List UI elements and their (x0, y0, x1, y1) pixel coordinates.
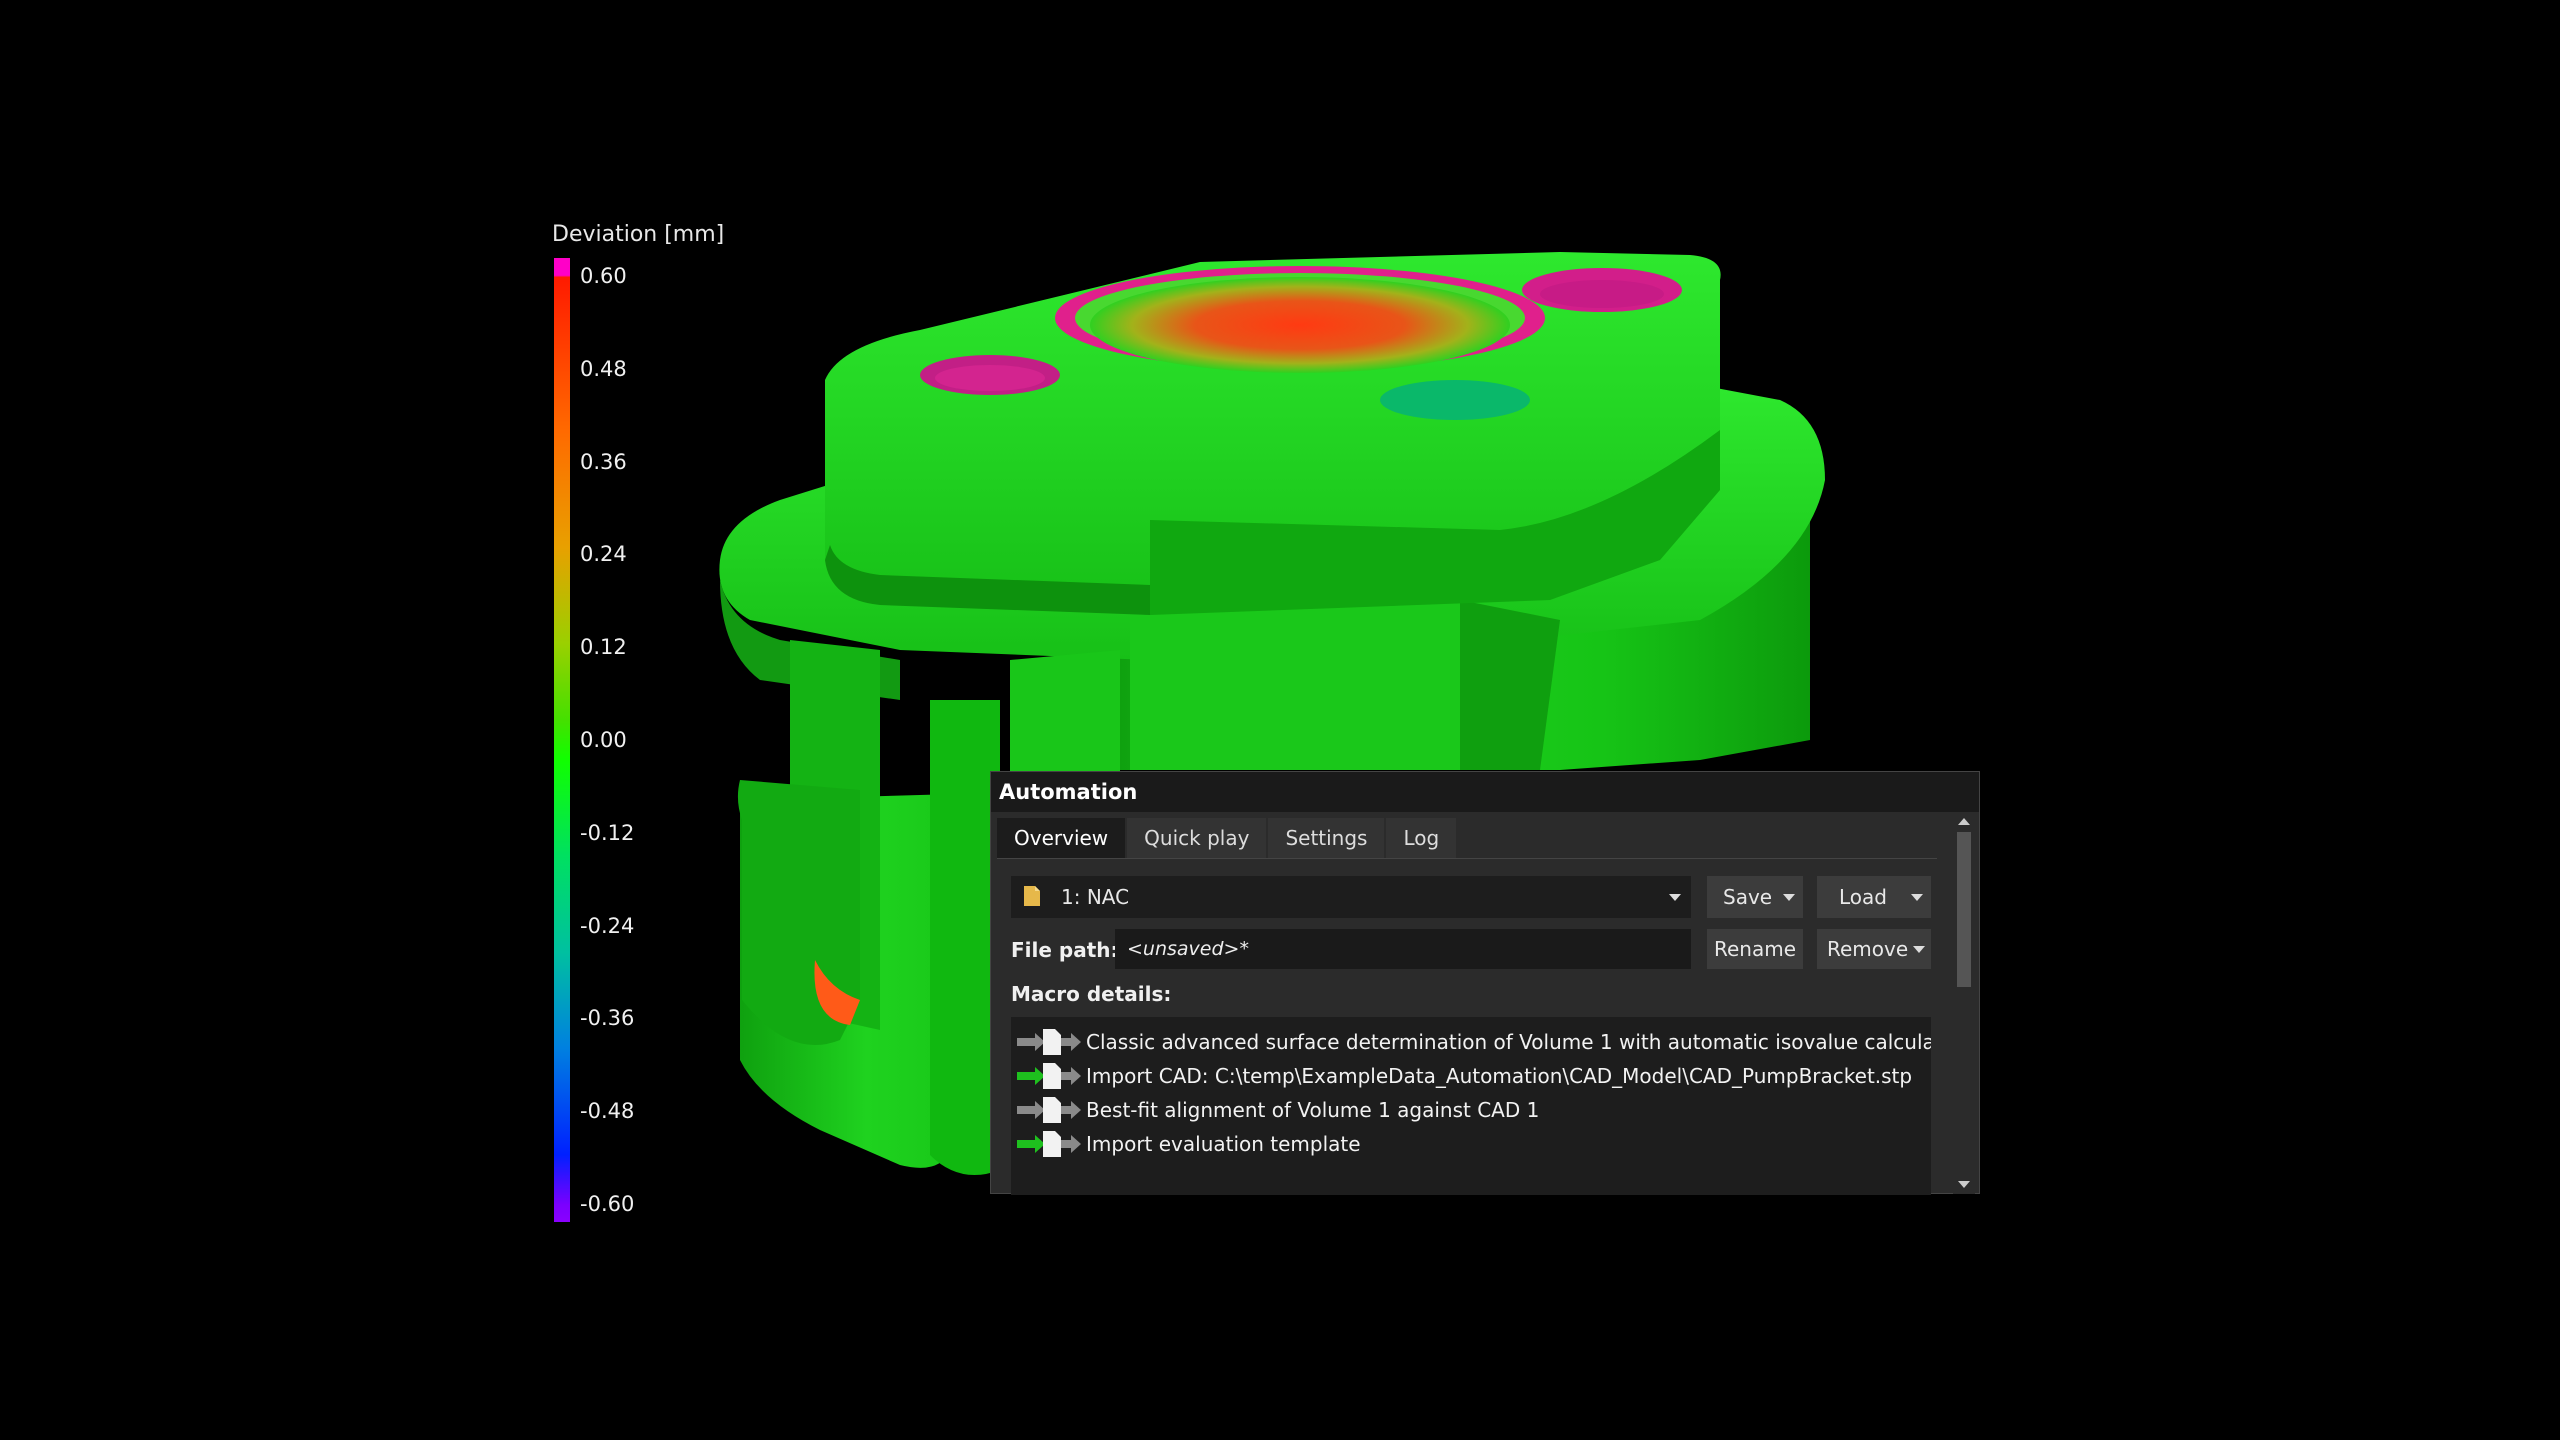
macro-step-text: Classic advanced surface determination o… (1086, 1030, 1931, 1054)
chevron-down-icon (1669, 894, 1681, 901)
panel-title: Automation (991, 772, 1979, 812)
automation-panel: Automation Overview Quick play Settings … (990, 771, 1980, 1195)
save-button[interactable]: Save (1707, 876, 1803, 918)
legend-title: Deviation [mm] (552, 222, 725, 247)
legend-tick: 0.12 (580, 635, 627, 659)
tabs-divider (997, 858, 1937, 859)
macro-step-text: Import CAD: C:\temp\ExampleData_Automati… (1086, 1064, 1913, 1088)
rename-button[interactable]: Rename (1707, 929, 1803, 969)
scroll-up-icon[interactable] (1958, 818, 1970, 825)
list-item[interactable]: Best-fit alignment of Volume 1 against C… (1011, 1093, 1931, 1127)
legend-tick: 0.00 (580, 728, 627, 752)
macro-select-value: 1: NAC (1061, 885, 1130, 909)
legend-tick: 0.36 (580, 450, 627, 474)
legend-tick: 0.24 (580, 542, 627, 566)
legend-tick: 0.60 (580, 264, 627, 288)
tab-quick-play[interactable]: Quick play (1127, 818, 1267, 858)
step-inactive-icon (1017, 1029, 1081, 1055)
macro-details-label: Macro details: (1011, 982, 1172, 1006)
tab-log[interactable]: Log (1386, 818, 1457, 858)
chevron-down-icon (1913, 946, 1925, 953)
load-button[interactable]: Load (1817, 876, 1931, 918)
step-active-icon (1017, 1063, 1081, 1089)
list-item[interactable]: Import CAD: C:\temp\ExampleData_Automati… (1011, 1059, 1931, 1093)
list-item[interactable]: Import evaluation template (1011, 1127, 1931, 1161)
file-path-label: File path: (1011, 938, 1119, 962)
legend-tick: -0.12 (580, 821, 635, 845)
macro-step-text: Import evaluation template (1086, 1132, 1361, 1156)
step-inactive-icon (1017, 1097, 1081, 1123)
remove-button-label: Remove (1827, 937, 1909, 961)
3d-viewport[interactable] (0, 0, 2560, 1440)
macro-select[interactable]: 1: NAC (1011, 876, 1691, 918)
save-button-label: Save (1723, 885, 1773, 909)
list-item[interactable]: Classic advanced surface determination o… (1011, 1025, 1931, 1059)
tab-overview[interactable]: Overview (997, 818, 1126, 858)
tab-settings[interactable]: Settings (1268, 818, 1385, 858)
load-button-label: Load (1839, 885, 1887, 909)
tab-bar: Overview Quick play Settings Log (997, 818, 1458, 858)
file-path-field[interactable]: <unsaved>* (1115, 929, 1691, 969)
legend-tick: -0.36 (580, 1006, 635, 1030)
scroll-down-icon[interactable] (1958, 1181, 1970, 1188)
legend-tick: -0.48 (580, 1099, 635, 1123)
panel-scrollbar[interactable] (1953, 812, 1975, 1194)
remove-button[interactable]: Remove (1817, 929, 1931, 969)
step-active-icon (1017, 1131, 1081, 1157)
chevron-down-icon (1911, 894, 1923, 901)
legend-tick: 0.48 (580, 357, 627, 381)
macro-steps-list: Classic advanced surface determination o… (1011, 1017, 1931, 1195)
legend-tick: -0.24 (580, 914, 635, 938)
legend-tick: -0.60 (580, 1192, 635, 1216)
legend-color-bar (554, 258, 570, 1222)
scroll-thumb[interactable] (1957, 832, 1971, 987)
macro-step-text: Best-fit alignment of Volume 1 against C… (1086, 1098, 1540, 1122)
chevron-down-icon (1783, 894, 1795, 901)
macro-file-icon (1024, 886, 1040, 906)
